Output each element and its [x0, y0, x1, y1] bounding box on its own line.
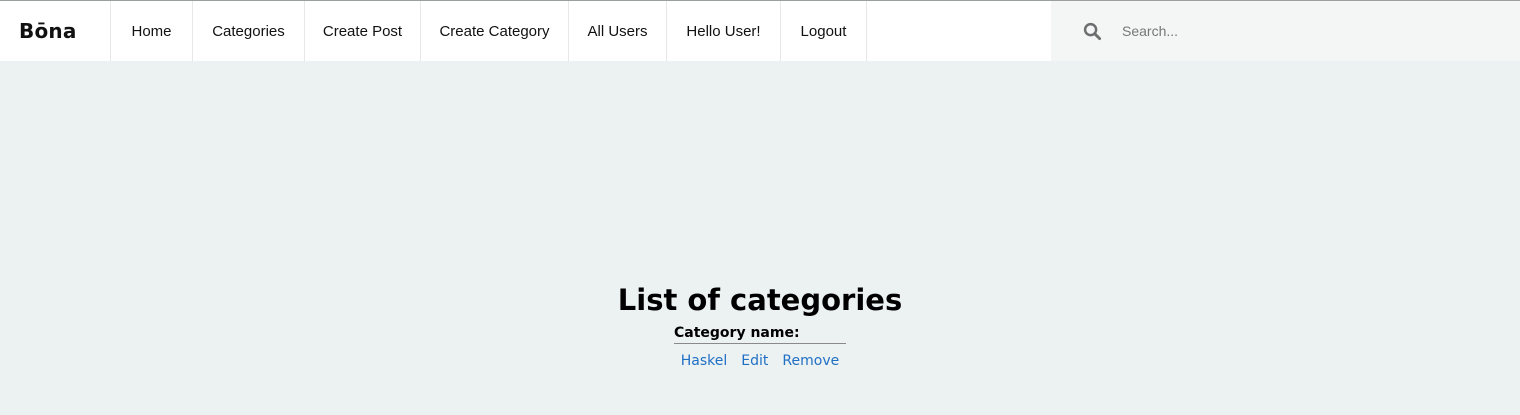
top-navbar: Bōna Home Categories Create Post Create …: [0, 1, 1520, 61]
column-header-category-name: Category name:: [674, 323, 846, 344]
page-title: List of categories: [617, 283, 903, 317]
main-nav: Home Categories Create Post Create Categ…: [110, 1, 867, 61]
nav-item-categories[interactable]: Categories: [192, 1, 304, 61]
table-row: Haskel Edit Remove: [674, 353, 846, 369]
search-icon[interactable]: [1082, 21, 1102, 41]
nav-item-all-users[interactable]: All Users: [568, 1, 666, 61]
nav-item-hello-user[interactable]: Hello User!: [666, 1, 780, 61]
edit-link[interactable]: Edit: [741, 353, 768, 369]
nav-item-create-category[interactable]: Create Category: [420, 1, 568, 61]
brand-logo[interactable]: Bōna: [0, 1, 110, 61]
search-bar: [1051, 1, 1520, 61]
search-input[interactable]: [1120, 15, 1504, 47]
nav-item-home[interactable]: Home: [110, 1, 192, 61]
nav-item-logout[interactable]: Logout: [780, 1, 867, 61]
category-name-link[interactable]: Haskel: [681, 353, 728, 369]
main-content: List of categories Category name: Haskel…: [0, 61, 1520, 415]
header-spacer: [867, 1, 1051, 61]
categories-table: Category name: Haskel Edit Remove: [674, 323, 846, 369]
nav-item-create-post[interactable]: Create Post: [304, 1, 420, 61]
remove-link[interactable]: Remove: [782, 353, 839, 369]
